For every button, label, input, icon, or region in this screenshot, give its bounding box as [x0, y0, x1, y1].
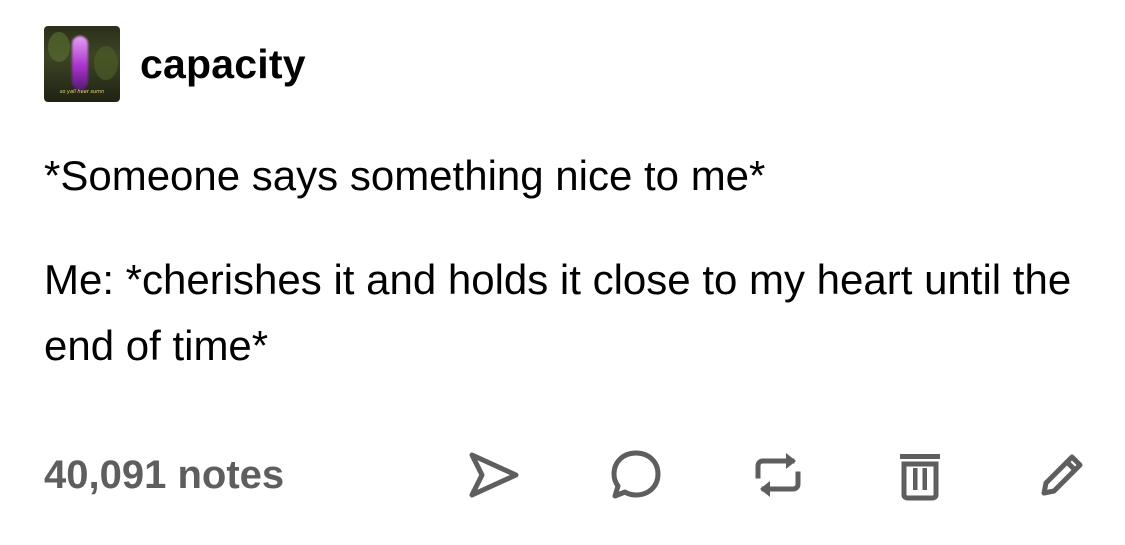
comment-button[interactable]	[606, 448, 666, 502]
delete-button[interactable]	[890, 448, 950, 502]
share-icon	[469, 452, 519, 498]
tumblr-post: so yall hear sumn capacity *Someone says…	[0, 0, 1125, 545]
avatar-light-beam	[72, 36, 88, 90]
reblog-button[interactable]	[748, 448, 808, 502]
post-text-line: *Someone says something nice to me*	[44, 152, 766, 199]
reblog-icon	[755, 453, 801, 497]
post-header: so yall hear sumn capacity	[44, 26, 306, 102]
post-actions	[464, 440, 1084, 510]
post-text-line: Me: *cherishes it and holds it close to …	[44, 256, 1072, 369]
notes-count[interactable]: 40,091 notes	[44, 453, 284, 498]
edit-button[interactable]	[1032, 448, 1092, 502]
avatar[interactable]: so yall hear sumn	[44, 26, 120, 102]
share-button[interactable]	[464, 448, 524, 502]
comment-icon	[611, 450, 661, 499]
delete-icon	[900, 454, 940, 501]
post-footer: 40,091 notes	[44, 440, 1084, 510]
avatar-foliage	[94, 46, 118, 80]
username[interactable]: capacity	[140, 41, 306, 88]
edit-icon	[1041, 454, 1083, 496]
avatar-foliage	[48, 32, 70, 62]
avatar-caption: so yall hear sumn	[59, 89, 105, 95]
